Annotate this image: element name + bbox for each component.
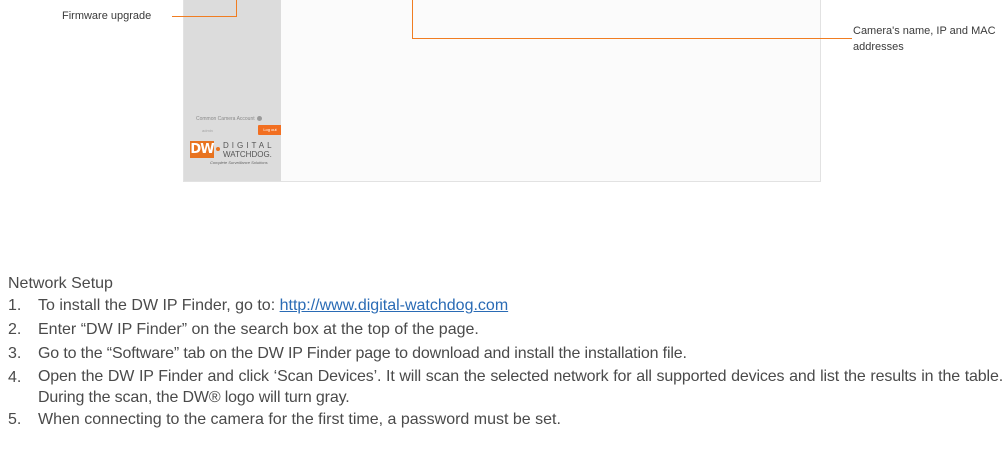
device-list-pane <box>281 0 820 181</box>
step-text: Open the DW IP Finder and click ‘Scan De… <box>38 368 1003 406</box>
help-icon[interactable] <box>257 116 263 122</box>
firmware-upgrade-callout: Firmware upgrade <box>62 10 152 22</box>
step-2: 2. Enter “DW IP Finder” on the search bo… <box>8 318 1003 342</box>
step-number: 3. <box>8 345 22 362</box>
step-text: When connecting to the camera for the fi… <box>38 411 561 428</box>
step-5: 5. When connecting to the camera for the… <box>8 408 1003 432</box>
camera-callout-line-v <box>412 0 413 39</box>
step-3: 3. Go to the “Software” tab on the DW IP… <box>8 342 1003 366</box>
step-text: To install the DW IP Finder, go to: <box>38 297 280 314</box>
step-4: 4. Open the DW IP Finder and click ‘Scan… <box>8 366 1003 408</box>
step-number: 1. <box>8 297 22 314</box>
dw-logo-mark: DW <box>190 141 215 158</box>
logo-dot-icon <box>216 147 220 151</box>
common-account-label: Common Camera Account <box>196 116 263 122</box>
step-number: 5. <box>8 411 22 428</box>
firmware-callout-line-h <box>172 16 236 17</box>
logo-line-1: DIGITAL <box>223 141 275 150</box>
camera-callout-line-h <box>412 38 852 39</box>
step-text: Go to the “Software” tab on the DW IP Fi… <box>38 345 687 362</box>
step-number: 4. <box>8 369 22 386</box>
website-link[interactable]: http://www.digital-watchdog.com <box>280 297 509 314</box>
step-text: Enter “DW IP Finder” on the search box a… <box>38 321 479 338</box>
setup-steps: 1. To install the DW IP Finder, go to: h… <box>8 294 1003 432</box>
logout-button[interactable]: Log out <box>258 125 282 135</box>
step-number: 2. <box>8 321 22 338</box>
sidebar-panel: Common Camera Account admin Log out DW D… <box>184 0 282 181</box>
step-1: 1. To install the DW IP Finder, go to: h… <box>8 294 1003 318</box>
section-title: Network Setup <box>8 275 113 292</box>
logo-tagline: Complete Surveillance Solutions <box>210 160 268 165</box>
logo-line-2: WATCHDOG. <box>223 150 272 159</box>
account-user-field[interactable]: admin <box>202 128 213 133</box>
firmware-callout-line-v <box>236 0 237 17</box>
dw-ip-finder-screenshot: Common Camera Account admin Log out DW D… <box>183 0 821 182</box>
digital-watchdog-logo: DW DIGITAL WATCHDOG. Complete Surveillan… <box>190 141 282 167</box>
camera-info-callout: Camera's name, IP and MAC addresses <box>853 25 996 53</box>
